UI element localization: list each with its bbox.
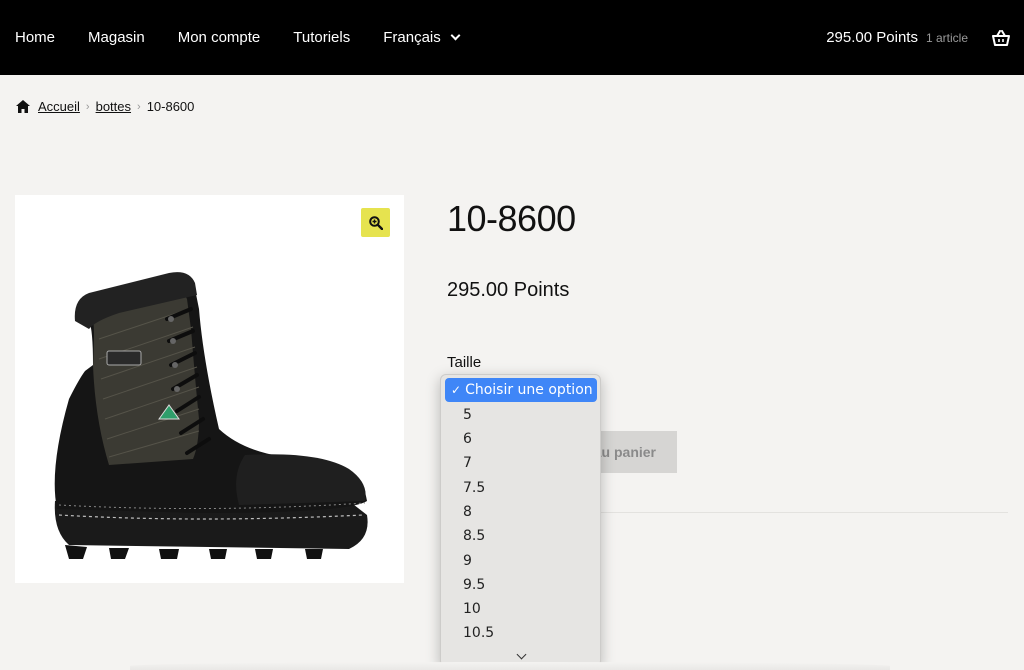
size-option[interactable]: 8.5 [463,528,485,544]
language-label: Français [383,29,441,46]
nav-item-magasin[interactable]: Magasin [88,29,145,46]
zoom-button[interactable] [361,208,390,237]
nav-item-mon-compte[interactable]: Mon compte [178,29,261,46]
scroll-down-chevron-icon[interactable] [517,651,525,659]
main-nav: Home Magasin Mon compte Tutoriels França… [15,29,492,46]
breadcrumb-home-link[interactable]: Accueil [38,99,80,114]
product-gallery [15,195,404,583]
size-option[interactable]: 9 [463,553,472,569]
size-option[interactable]: 5 [463,407,472,423]
size-option-selected[interactable]: ✓ Choisir une option [445,378,597,402]
product-price: 295.00 Points [447,279,570,301]
size-label: Taille [447,354,482,371]
nav-item-tutoriels[interactable]: Tutoriels [293,29,350,46]
size-option[interactable]: 10 [463,601,481,617]
top-navigation-bar: Home Magasin Mon compte Tutoriels França… [0,0,1024,75]
footer-edge [130,662,890,670]
size-option[interactable]: 10.5 [463,625,494,641]
breadcrumb-separator: › [85,100,90,113]
size-option[interactable]: 7.5 [463,480,485,496]
breadcrumb-separator: › [137,100,141,113]
product-image-boot[interactable] [49,269,389,559]
home-icon [16,100,30,113]
breadcrumb-category-link[interactable]: bottes [96,99,131,114]
zoom-icon [368,215,383,230]
cart-link[interactable]: 295.00 Points 1 article [826,29,1010,46]
size-option[interactable]: 9.5 [463,577,485,593]
nav-item-home[interactable]: Home [15,29,55,46]
divider [560,512,1008,513]
language-menu[interactable]: Français [383,29,461,46]
checkmark-icon: ✓ [451,383,462,397]
size-option[interactable]: 7 [463,455,472,471]
cart-total: 295.00 Points [826,29,918,46]
size-select-dropdown[interactable]: ✓ Choisir une option 5 6 7 7.5 8 8.5 9 9… [440,374,601,667]
breadcrumb-current: 10-8600 [146,99,195,114]
basket-icon [992,29,1010,46]
size-option[interactable]: 8 [463,504,472,520]
chevron-down-icon [450,30,461,40]
size-option-label: Choisir une option [465,382,593,398]
size-option[interactable]: 6 [463,431,472,447]
cart-count: 1 article [925,30,968,45]
breadcrumb: Accueil › bottes › 10-8600 [16,99,194,114]
product-title: 10-8600 [447,198,576,239]
